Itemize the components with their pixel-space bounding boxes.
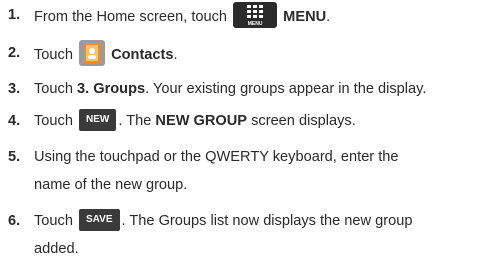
step-text-end: . Your existing groups appear in the dis…: [145, 81, 427, 97]
step-number: 2.: [8, 45, 21, 61]
step-text: added.: [34, 241, 79, 257]
step-text-end: . The Groups list now displays the new g…: [121, 213, 413, 229]
step-text: Touch: [34, 213, 73, 229]
step-number: 3.: [8, 81, 21, 97]
contacts-icon: [79, 40, 106, 66]
step-text-end: .: [173, 46, 178, 63]
step-text-end: screen displays.: [251, 113, 356, 129]
step-number: 6.: [8, 213, 21, 229]
menu-icon: MENU: [233, 2, 278, 28]
menu-icon-caption: MENU: [247, 21, 263, 27]
save-button: SAVE: [79, 209, 120, 232]
step-text: From the Home screen, touch: [34, 8, 228, 25]
step-number: 1.: [8, 7, 21, 23]
step-number: 4.: [8, 113, 21, 129]
step-text-middle: . The: [118, 113, 152, 129]
new-button: NEW: [79, 109, 117, 132]
menu-label: MENU: [283, 8, 327, 25]
step-text: name of the new group.: [34, 177, 188, 193]
step-text-end: .: [326, 8, 331, 25]
step-number: 5.: [8, 149, 21, 165]
contacts-label: Contacts: [111, 46, 174, 63]
step-text: Using the touchpad or the QWERTY keyboar…: [34, 149, 399, 165]
step-text: Touch: [34, 81, 73, 97]
step-text: Touch: [34, 46, 73, 63]
new-group-label: NEW GROUP: [155, 113, 248, 129]
groups-label: 3. Groups: [77, 81, 146, 97]
step-text: Touch: [34, 113, 73, 129]
